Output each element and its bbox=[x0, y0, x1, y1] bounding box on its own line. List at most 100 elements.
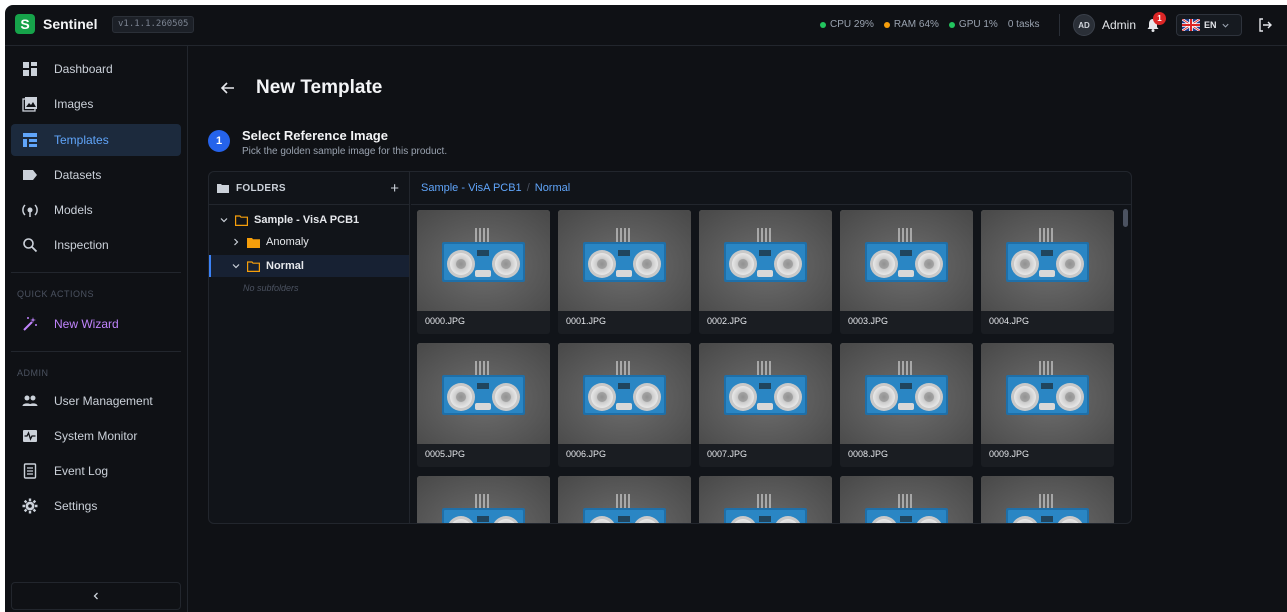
sidebar-item-event-log[interactable]: Event Log bbox=[11, 455, 181, 487]
users-icon bbox=[22, 395, 38, 406]
tag-icon bbox=[23, 170, 37, 180]
ram-stat: RAM 64% bbox=[883, 19, 939, 30]
step-number: 1 bbox=[208, 130, 230, 152]
image-grid: 0000.JPG 0001.JPG 0002.JPG 0003.JPG 0004… bbox=[411, 206, 1131, 523]
image-thumbnail bbox=[840, 210, 973, 311]
sidebar-item-images[interactable]: Images bbox=[11, 88, 181, 120]
sidebar-item-models[interactable]: Models bbox=[11, 194, 181, 226]
folder-tree: FOLDERS + Sample - VisA PCB1 Anomaly Nor… bbox=[209, 172, 410, 523]
divider bbox=[1059, 14, 1060, 36]
sidebar-item-settings[interactable]: Settings bbox=[11, 490, 181, 522]
tree-item-root[interactable]: Sample - VisA PCB1 bbox=[209, 209, 409, 231]
image-thumbnail bbox=[417, 343, 550, 444]
collapse-sidebar-button[interactable] bbox=[11, 582, 181, 610]
tree-item-anomaly[interactable]: Anomaly bbox=[209, 231, 409, 253]
search-icon bbox=[23, 238, 38, 253]
chevron-down-icon bbox=[232, 264, 240, 269]
folder-open-icon bbox=[235, 214, 248, 226]
image-filename: 0006.JPG bbox=[566, 449, 607, 459]
image-tile[interactable] bbox=[699, 476, 832, 523]
avatar[interactable]: AD bbox=[1073, 14, 1095, 36]
image-tile[interactable]: 0008.JPG bbox=[840, 343, 973, 467]
image-tile[interactable]: 0000.JPG bbox=[417, 210, 550, 334]
logout-icon[interactable] bbox=[1257, 17, 1273, 33]
gpu-label: GPU 1% bbox=[958, 19, 998, 30]
image-thumbnail bbox=[840, 343, 973, 444]
image-tile[interactable] bbox=[981, 476, 1114, 523]
tree-item-label: Sample - VisA PCB1 bbox=[254, 214, 360, 226]
sidebar-item-label: Dashboard bbox=[54, 62, 113, 76]
folder-icon bbox=[247, 237, 260, 248]
back-arrow-icon[interactable] bbox=[220, 80, 236, 96]
image-filename: 0002.JPG bbox=[707, 316, 748, 326]
app-window: S Sentinel v1.1.1.260505 CPU 29% RAM 64%… bbox=[5, 5, 1287, 612]
image-tile[interactable]: 0001.JPG bbox=[558, 210, 691, 334]
folder-icon bbox=[217, 184, 229, 193]
version-badge: v1.1.1.260505 bbox=[112, 16, 195, 33]
gear-icon bbox=[22, 498, 38, 514]
tree-item-label: Anomaly bbox=[266, 236, 309, 248]
gpu-stat: GPU 1% bbox=[948, 19, 998, 30]
image-tile[interactable]: 0003.JPG bbox=[840, 210, 973, 334]
model-icon bbox=[22, 204, 38, 217]
user-name[interactable]: Admin bbox=[1102, 18, 1136, 32]
image-thumbnail bbox=[699, 476, 832, 523]
add-folder-button[interactable]: + bbox=[390, 180, 399, 197]
notification-badge: 1 bbox=[1153, 12, 1166, 25]
cpu-stat: CPU 29% bbox=[820, 19, 874, 30]
sidebar-item-label: New Wizard bbox=[54, 317, 119, 331]
sidebar-item-label: Templates bbox=[54, 133, 109, 147]
sidebar-item-label: Event Log bbox=[54, 464, 109, 478]
template-icon bbox=[23, 133, 37, 147]
image-tile[interactable]: 0004.JPG bbox=[981, 210, 1114, 334]
language-label: EN bbox=[1204, 20, 1217, 30]
breadcrumb-item[interactable]: Normal bbox=[535, 182, 570, 194]
cpu-label: CPU 29% bbox=[830, 19, 874, 30]
step-subtitle: Pick the golden sample image for this pr… bbox=[242, 146, 448, 157]
sidebar: Dashboard Images Templates Datasets Mode… bbox=[5, 46, 188, 612]
image-icon bbox=[22, 97, 37, 112]
image-filename: 0009.JPG bbox=[989, 449, 1030, 459]
admin-heading: ADMIN bbox=[17, 368, 49, 378]
sidebar-item-inspection[interactable]: Inspection bbox=[11, 229, 181, 261]
image-filename: 0003.JPG bbox=[848, 316, 889, 326]
monitor-icon bbox=[23, 430, 37, 442]
image-thumbnail bbox=[981, 210, 1114, 311]
image-tile[interactable]: 0009.JPG bbox=[981, 343, 1114, 467]
tree-item-normal[interactable]: Normal bbox=[209, 255, 409, 277]
image-thumbnail bbox=[699, 343, 832, 444]
sidebar-item-datasets[interactable]: Datasets bbox=[11, 159, 181, 191]
language-select[interactable]: EN bbox=[1176, 14, 1242, 36]
folder-open-icon bbox=[247, 260, 260, 272]
breadcrumb-item[interactable]: Sample - VisA PCB1 bbox=[421, 182, 522, 194]
sidebar-item-label: System Monitor bbox=[54, 429, 138, 443]
sidebar-item-label: Settings bbox=[54, 499, 98, 513]
image-filename: 0007.JPG bbox=[707, 449, 748, 459]
image-tile[interactable]: 0005.JPG bbox=[417, 343, 550, 467]
image-tile[interactable]: 0006.JPG bbox=[558, 343, 691, 467]
tasks-stat: 0 tasks bbox=[1007, 19, 1040, 30]
sidebar-item-label: User Management bbox=[54, 394, 153, 408]
sidebar-item-templates[interactable]: Templates bbox=[11, 124, 181, 156]
top-bar: S Sentinel v1.1.1.260505 CPU 29% RAM 64%… bbox=[5, 5, 1287, 46]
image-tile[interactable]: 0007.JPG bbox=[699, 343, 832, 467]
divider bbox=[11, 351, 181, 352]
gpu-status-dot bbox=[948, 21, 955, 28]
image-thumbnail bbox=[417, 476, 550, 523]
image-tile[interactable] bbox=[558, 476, 691, 523]
image-tile[interactable] bbox=[840, 476, 973, 523]
breadcrumb-separator: / bbox=[526, 182, 530, 194]
image-tile[interactable]: 0002.JPG bbox=[699, 210, 832, 334]
image-filename: 0008.JPG bbox=[848, 449, 889, 459]
image-thumbnail bbox=[417, 210, 550, 311]
folders-header: FOLDERS bbox=[209, 172, 409, 205]
image-thumbnail bbox=[981, 476, 1114, 523]
sidebar-item-system-monitor[interactable]: System Monitor bbox=[11, 420, 181, 452]
no-subfolders-text: No subfolders bbox=[243, 283, 299, 293]
scrollbar[interactable] bbox=[1123, 209, 1128, 227]
new-wizard-button[interactable]: New Wizard bbox=[11, 308, 181, 340]
image-tile[interactable] bbox=[417, 476, 550, 523]
uk-flag-icon bbox=[1182, 19, 1200, 31]
sidebar-item-user-management[interactable]: User Management bbox=[11, 385, 181, 417]
sidebar-item-dashboard[interactable]: Dashboard bbox=[11, 53, 181, 85]
